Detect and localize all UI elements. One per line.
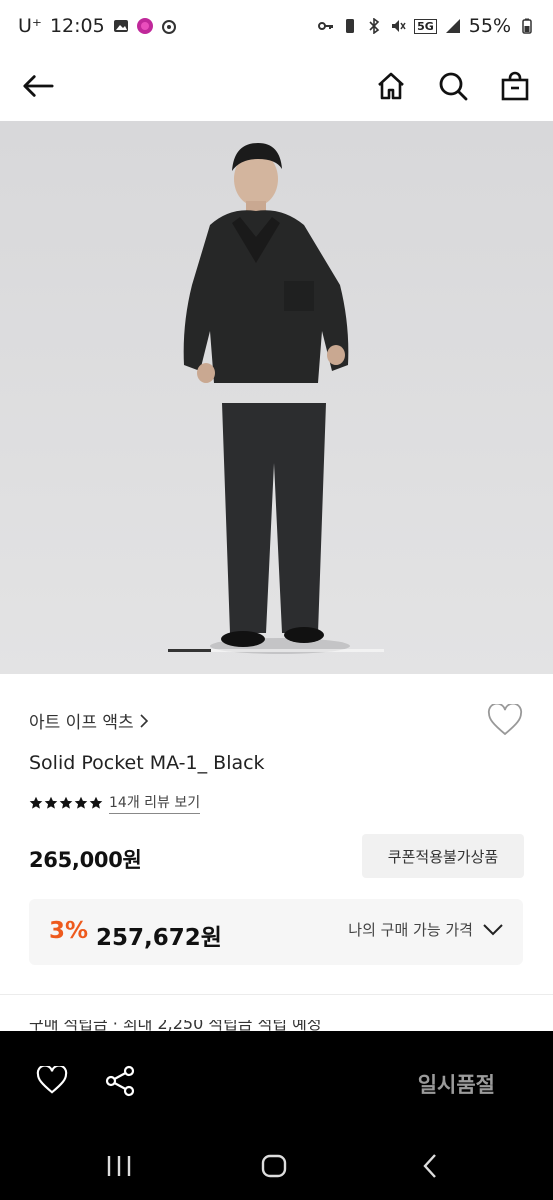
- model-photo: [0, 121, 553, 674]
- back-nav-icon: [423, 1154, 436, 1178]
- status-bar: U⁺ 12:05 5G 55%: [0, 0, 553, 52]
- status-right: 5G 55%: [318, 15, 535, 37]
- wishlist-button[interactable]: [487, 702, 523, 740]
- alarm-icon: [161, 20, 176, 34]
- share-button[interactable]: [104, 1065, 136, 1101]
- chevron-down-icon: [483, 923, 503, 935]
- mute-icon: [392, 20, 406, 32]
- battery-percent: 55%: [468, 15, 511, 37]
- system-nav-bar: [0, 1130, 553, 1200]
- brand-link[interactable]: 아트 이프 액츠: [29, 708, 149, 733]
- carrier: U⁺: [18, 15, 42, 37]
- search-icon: [439, 72, 468, 101]
- home-button[interactable]: [375, 70, 407, 102]
- review-link[interactable]: 14개 리뷰 보기: [109, 792, 201, 814]
- back-nav-button[interactable]: [416, 1152, 444, 1180]
- discount-rate: 3%: [49, 918, 89, 944]
- my-price-label: 나의 구매 가능 가격: [348, 921, 473, 939]
- home-nav-icon: [261, 1154, 287, 1178]
- signal-icon: [445, 19, 460, 33]
- star-icon: [59, 796, 73, 809]
- coupon-badge: 쿠폰적용불가상품: [362, 834, 524, 878]
- brand-name: 아트 이프 액츠: [29, 713, 134, 733]
- bottom-action-bar: 일시품절: [0, 1031, 553, 1130]
- battery-icon: [522, 18, 532, 34]
- battery-saver-icon: [346, 19, 355, 33]
- cart-button[interactable]: [499, 70, 531, 102]
- back-button[interactable]: [22, 70, 54, 102]
- product-image[interactable]: [0, 121, 553, 674]
- search-button[interactable]: [437, 70, 469, 102]
- star-icon: [44, 796, 58, 809]
- home-nav-button[interactable]: [260, 1152, 288, 1180]
- image-pager: [168, 649, 384, 652]
- section-divider: [0, 994, 553, 995]
- gallery-icon: [113, 20, 128, 32]
- rating: 14개 리뷰 보기: [29, 792, 201, 814]
- product-name: Solid Pocket MA-1_ Black: [29, 752, 265, 774]
- star-icon: [74, 796, 88, 809]
- shopping-bag-icon: [501, 71, 529, 101]
- star-icon: [29, 796, 43, 809]
- soldout-label: 일시품절: [417, 1073, 495, 1097]
- share-icon: [105, 1065, 135, 1097]
- app-header: [0, 52, 553, 120]
- rating-stars: [29, 796, 103, 810]
- bottom-wishlist-button[interactable]: [36, 1064, 68, 1098]
- recent-apps-icon: [107, 1156, 131, 1176]
- star-icon: [89, 796, 103, 809]
- sale-price: 257,672원: [96, 925, 222, 951]
- my-price-toggle[interactable]: 나의 구매 가능 가격: [348, 919, 503, 940]
- header-actions: [375, 70, 531, 102]
- original-price: 265,000원: [29, 848, 142, 872]
- app-notification-icon: [136, 18, 153, 34]
- recent-apps-button[interactable]: [105, 1152, 133, 1180]
- home-icon: [378, 72, 404, 100]
- image-pager-progress: [168, 649, 212, 652]
- clock: 12:05: [49, 15, 105, 37]
- heart-icon: [36, 1064, 68, 1094]
- my-price-box[interactable]: 3% 257,672원 나의 구매 가능 가격: [29, 899, 523, 965]
- status-left: U⁺ 12:05: [18, 15, 177, 37]
- heart-icon: [487, 702, 523, 736]
- network-type: 5G: [414, 18, 437, 34]
- bluetooth-icon: [369, 18, 380, 34]
- key-icon: [318, 22, 334, 30]
- back-arrow-icon: [23, 75, 54, 97]
- chevron-right-icon: [140, 713, 148, 728]
